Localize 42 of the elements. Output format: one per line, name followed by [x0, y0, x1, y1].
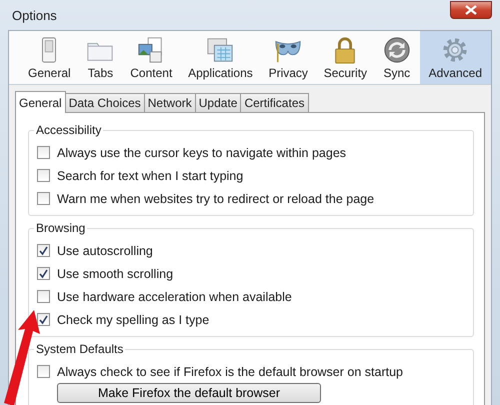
toolbar-button[interactable]: Security: [316, 31, 374, 84]
toolbar-button[interactable]: General: [21, 31, 78, 84]
checkbox-label: Search for text when I start typing: [57, 168, 244, 182]
toolbar-button[interactable]: Content: [123, 31, 180, 84]
group-title: Accessibility: [34, 123, 104, 137]
tab[interactable]: Network: [144, 93, 196, 112]
settings-icon: [441, 36, 470, 64]
checkbox[interactable]: [37, 192, 50, 205]
tab[interactable]: Data Choices: [64, 93, 145, 112]
group-title: Browsing: [34, 221, 88, 235]
checkbox[interactable]: [37, 290, 50, 303]
check-icon: [38, 268, 49, 279]
window-title: Options: [12, 8, 57, 22]
window-icon: [206, 36, 234, 64]
checkbox-label: Always use the cursor keys to navigate within pages: [57, 146, 346, 160]
checkbox-label: Use hardware acceleration when available: [57, 290, 292, 304]
checkbox-label: Check my spelling as I type: [57, 312, 210, 326]
tab[interactable]: Update: [194, 93, 242, 112]
checkbox-label: Always check to see if Firefox is the default browser on startup: [57, 364, 403, 378]
toolbar-button[interactable]: Applications: [181, 31, 260, 84]
checkbox-label: Use smooth scrolling: [57, 266, 174, 280]
checkbox[interactable]: [37, 169, 50, 182]
checkbox-label: Use autoscrolling: [57, 244, 153, 258]
toolbar-button[interactable]: Privacy: [262, 31, 315, 84]
group-title: System Defaults: [34, 342, 126, 356]
checkbox[interactable]: [37, 365, 50, 378]
tab[interactable]: Certificates: [240, 93, 308, 112]
check-icon: [38, 314, 49, 325]
sync-icon: [382, 36, 411, 64]
checkbox-label: Warn me when websites try to redirect or reload the page: [57, 192, 374, 206]
checkbox[interactable]: [37, 146, 50, 159]
toolbar-button[interactable]: Tabs: [79, 31, 122, 84]
checkbox[interactable]: [37, 313, 50, 326]
tab[interactable]: General: [15, 91, 66, 113]
close-icon: [465, 5, 477, 15]
check-icon: [38, 245, 49, 256]
checkbox[interactable]: [37, 244, 50, 257]
default-browser-button[interactable]: Make Firefox the default browser: [57, 383, 322, 403]
toolbar-button[interactable]: Sync: [376, 31, 418, 84]
checkbox[interactable]: [37, 267, 50, 280]
close-button[interactable]: [450, 1, 492, 19]
toolbar-button[interactable]: Advanced: [420, 31, 491, 84]
